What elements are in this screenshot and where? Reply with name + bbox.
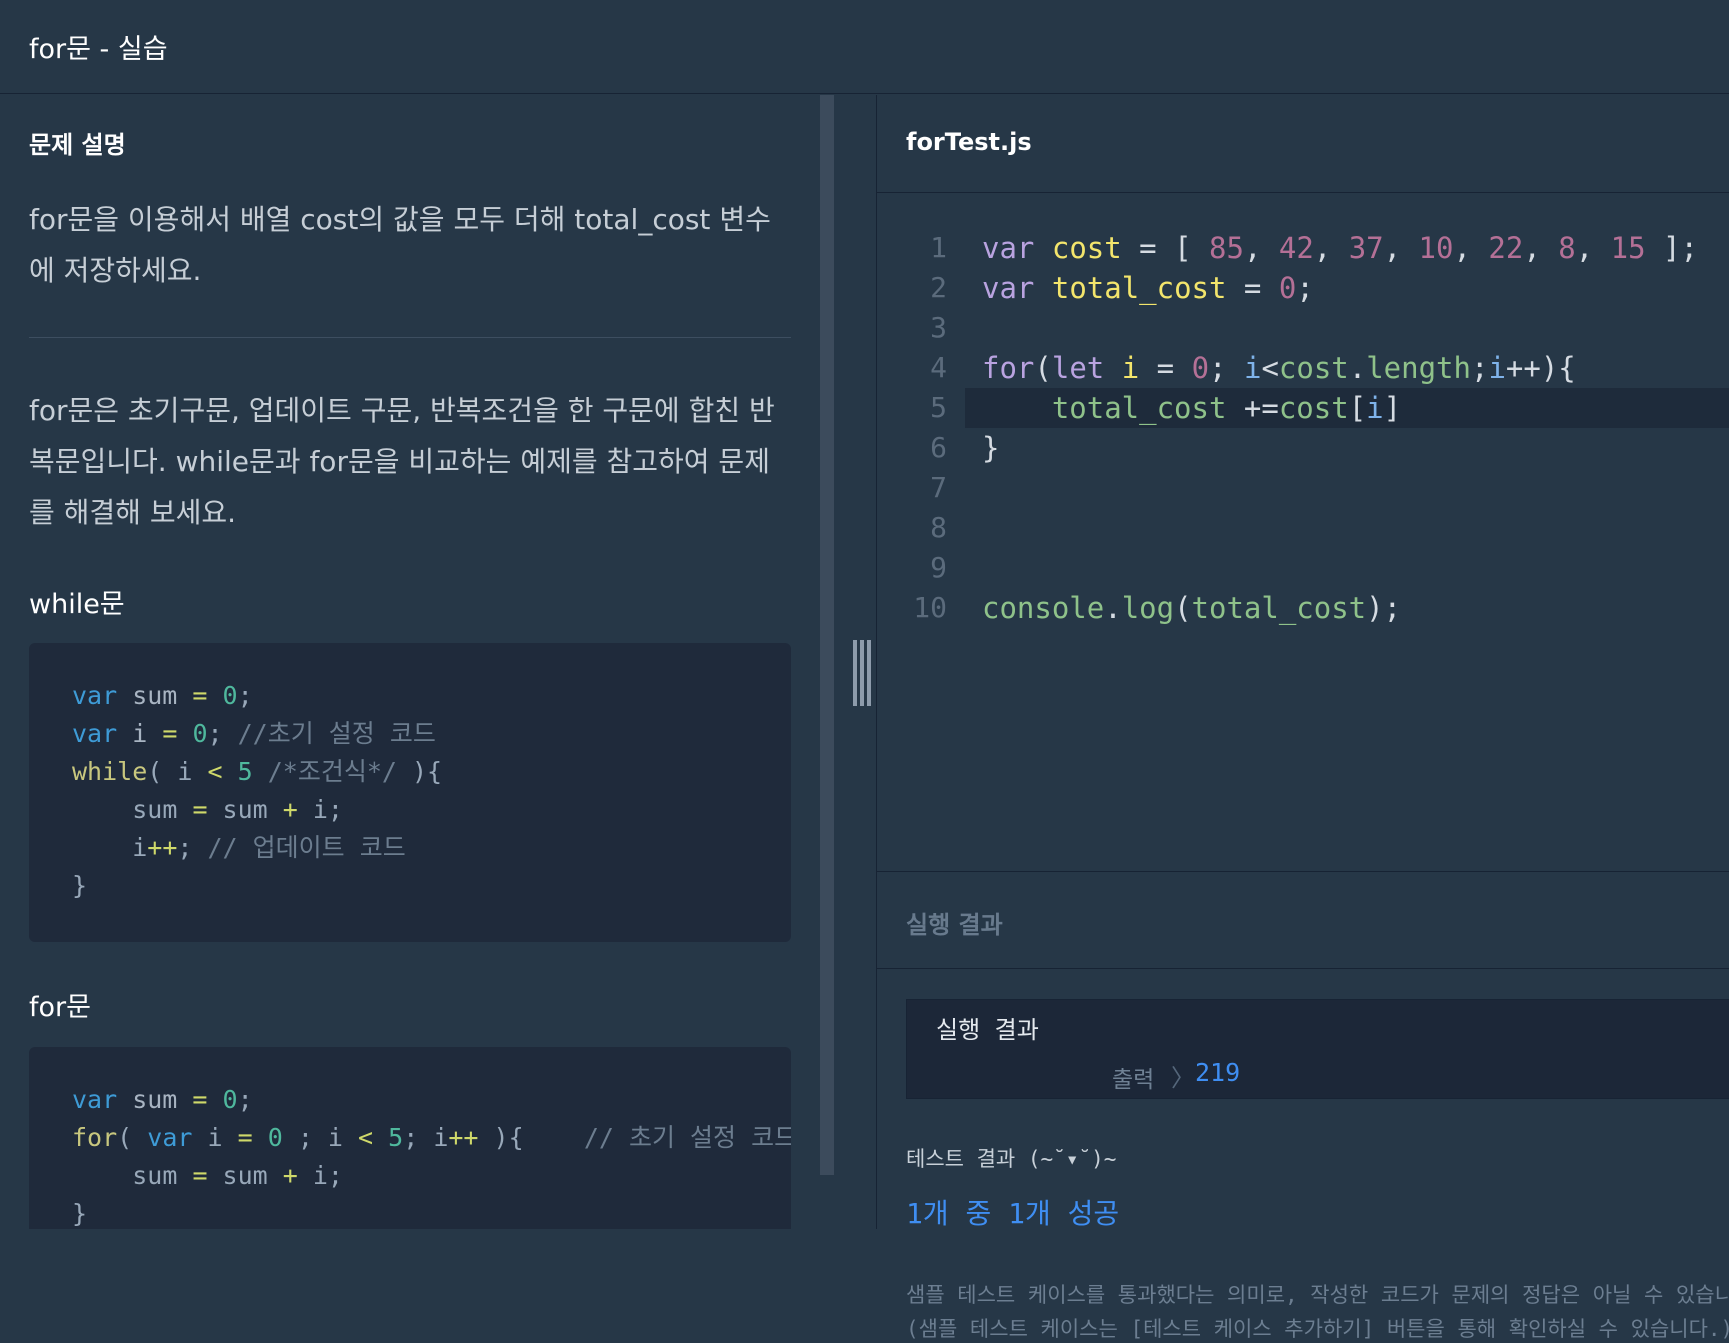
result-box-title: 실행 결과	[936, 1016, 1039, 1044]
chevron-right-icon: 〉	[1171, 1064, 1195, 1092]
file-tab[interactable]: forTest.js	[877, 95, 1729, 193]
while-code-example: var sum = 0; var i = 0; //초기 설정 코드 while…	[29, 643, 791, 942]
editor-line[interactable]: 10 console.log(total_cost);	[877, 588, 1729, 628]
for-code-example: var sum = 0; for( var i = 0 ; i < 5; i++…	[29, 1047, 791, 1229]
editor-line[interactable]: 7	[877, 468, 1729, 508]
page-title: for문 - 실습	[29, 34, 168, 65]
top-bar: for문 - 실습	[0, 0, 1729, 94]
result-section-header: 실행 결과	[877, 871, 1729, 969]
code-editor[interactable]: 1 var cost = [ 85, 42, 37, 10, 22, 8, 15…	[877, 194, 1729, 871]
description-paragraph-1: for문을 이용해서 배열 cost의 값을 모두 더해 total_cost …	[29, 203, 771, 287]
output-value: 219	[1195, 1058, 1241, 1087]
for-heading: for문	[29, 992, 91, 1023]
editor-line[interactable]: 1 var cost = [ 85, 42, 37, 10, 22, 8, 15…	[877, 228, 1729, 268]
result-section-label: 실행 결과	[906, 911, 1003, 939]
editor-line[interactable]: 5 total_cost +=cost[i]	[877, 388, 1729, 428]
editor-line[interactable]: 4 for(let i = 0; i<cost.length;i++){	[877, 348, 1729, 388]
problem-description-panel: 문제 설명 for문을 이용해서 배열 cost의 값을 모두 더해 total…	[0, 95, 820, 1229]
test-note: 샘플 테스트 케이스를 통과했다는 의미로, 작성한 코드가 문제의 정답은 아…	[906, 1283, 1729, 1307]
description-scrollbar[interactable]	[820, 95, 834, 1175]
editor-line[interactable]: 6 }	[877, 428, 1729, 468]
test-pass-count: 1개 중 1개 성공	[906, 1197, 1120, 1230]
editor-panel: forTest.js 1 var cost = [ 85, 42, 37, 10…	[877, 95, 1729, 1341]
editor-line[interactable]: 3	[877, 308, 1729, 348]
editor-line[interactable]: 8	[877, 508, 1729, 548]
test-result-title: 테스트 결과 (~˘▾˘)~	[906, 1147, 1117, 1171]
splitter-grip-icon[interactable]	[853, 640, 871, 706]
description-heading: 문제 설명	[29, 131, 126, 159]
description-paragraph-2: for문은 초기구문, 업데이트 구문, 반복조건을 한 구문에 합친 반 복문…	[29, 394, 775, 529]
editor-line[interactable]: 2 var total_cost = 0;	[877, 268, 1729, 308]
output-label: 출력	[1112, 1067, 1155, 1093]
result-output-box: 실행 결과 출력 〉 219	[906, 999, 1729, 1099]
divider	[29, 337, 791, 338]
file-name: forTest.js	[906, 128, 1032, 156]
while-heading: while문	[29, 589, 125, 620]
editor-line[interactable]: 9	[877, 548, 1729, 588]
test-note-2: (샘플 테스트 케이스는 [테스트 케이스 추가하기] 버튼을 통해 확인하실 …	[906, 1317, 1729, 1341]
